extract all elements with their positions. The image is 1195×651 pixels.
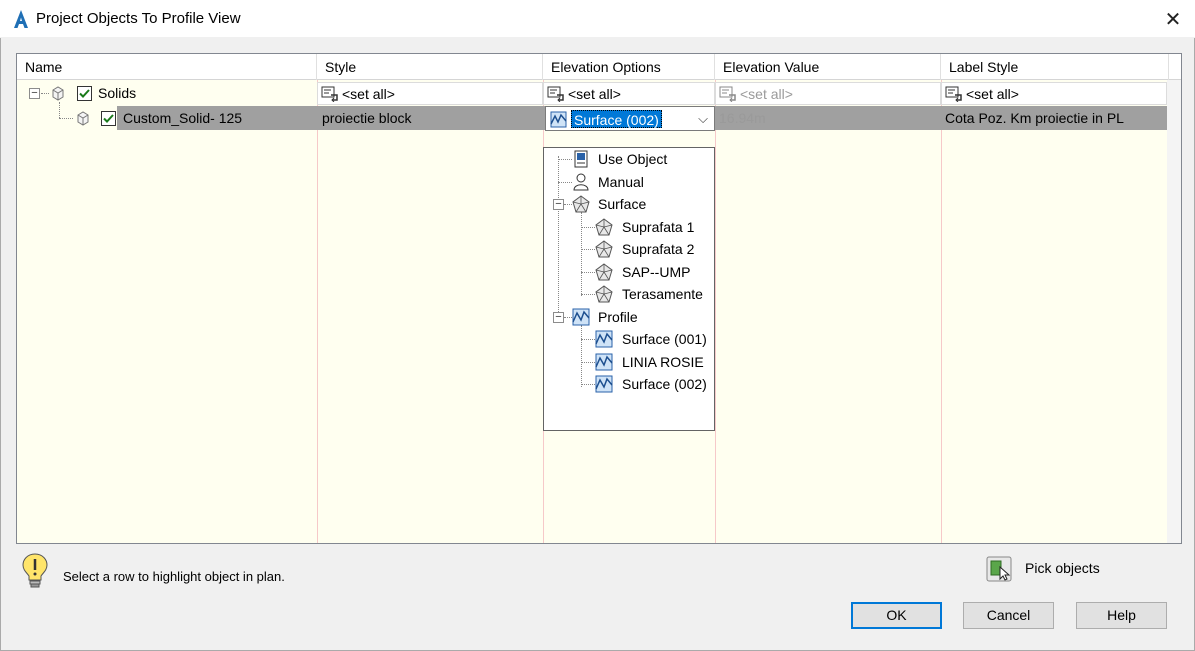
surface-icon: [595, 263, 613, 281]
row-name: Solids: [98, 85, 137, 101]
tree-connector: [581, 212, 582, 296]
surface-icon: [595, 240, 613, 258]
help-button[interactable]: Help: [1076, 602, 1167, 629]
close-icon: ✕: [1164, 8, 1182, 31]
elevation-options-set-all[interactable]: <set all>: [543, 82, 715, 105]
column-header-label-style[interactable]: Label Style: [941, 54, 1169, 80]
row-name: Custom_Solid- 125: [123, 110, 243, 126]
pick-objects-label[interactable]: Pick objects: [1025, 560, 1100, 576]
column-divider: [941, 80, 942, 543]
profile-icon: [595, 353, 613, 371]
column-divider: [715, 80, 716, 543]
surface-icon: [595, 285, 613, 303]
tree-connector: [59, 118, 73, 119]
elevation-options-combobox[interactable]: Surface (002) ⌵: [545, 106, 715, 131]
objects-grid: Name Style Elevation Options Elevation V…: [16, 53, 1182, 544]
solids-checkbox[interactable]: [77, 86, 92, 101]
checkmark-icon: [103, 114, 114, 123]
set-all-label: <set all>: [740, 86, 793, 102]
tree-connector: [581, 294, 595, 295]
collapse-toggle[interactable]: −: [29, 88, 40, 99]
tree-connector: [581, 272, 595, 273]
table-row-custom-solid[interactable]: Custom_Solid- 125 proiectie block Surfac…: [17, 102, 1167, 131]
profile-icon: [572, 308, 590, 326]
tree-connector: [59, 102, 60, 118]
lightbulb-icon: [22, 553, 48, 588]
collapse-toggle[interactable]: −: [553, 312, 564, 323]
profile-icon: [595, 375, 613, 393]
set-all-label: <set all>: [342, 86, 395, 102]
footer-tip-text: Select a row to highlight object in plan…: [63, 569, 285, 584]
column-header-elevation-options[interactable]: Elevation Options: [543, 54, 715, 80]
set-all-label: <set all>: [966, 86, 1019, 102]
chevron-down-icon[interactable]: ⌵: [696, 110, 710, 128]
set-all-icon: [321, 86, 338, 102]
column-header-style[interactable]: Style: [317, 54, 543, 80]
use-object-icon: [574, 150, 588, 168]
style-set-all[interactable]: <set all>: [317, 82, 543, 105]
set-all-icon: [547, 86, 564, 102]
cancel-button[interactable]: Cancel: [963, 602, 1054, 629]
solid-cube-icon: [52, 86, 64, 101]
profile-icon: [550, 111, 567, 128]
tree-connector: [581, 249, 595, 250]
grid-right-margin: [1167, 80, 1181, 543]
dialog-body: Name Style Elevation Options Elevation V…: [0, 38, 1195, 651]
tree-connector: [581, 227, 595, 228]
tree-connector: [581, 325, 582, 387]
manual-person-icon: [573, 173, 589, 191]
row-style[interactable]: proiectie block: [322, 106, 412, 131]
table-row-solids[interactable]: − Solids <set all> <set all> <set all> <…: [17, 82, 1167, 105]
tree-connector: [558, 182, 572, 183]
autocad-logo-icon: [14, 10, 28, 28]
window-title: Project Objects To Profile View: [36, 10, 241, 27]
solid-cube-icon: [77, 111, 89, 126]
close-button[interactable]: ✕: [1151, 0, 1195, 38]
row-label-style[interactable]: Cota Poz. Km proiectie in PL: [945, 106, 1124, 131]
set-all-icon: [719, 86, 736, 102]
tree-connector: [581, 362, 595, 363]
label-style-set-all[interactable]: <set all>: [941, 82, 1167, 105]
tree-connector: [558, 156, 559, 316]
tree-connector: [558, 159, 572, 160]
set-all-label: <set all>: [568, 86, 621, 102]
tree-connector: [41, 93, 49, 94]
surface-icon: [572, 195, 590, 213]
column-header-name[interactable]: Name: [17, 54, 317, 80]
elevation-value-set-all[interactable]: <set all>: [715, 82, 941, 105]
profile-icon: [595, 330, 613, 348]
set-all-icon: [945, 86, 962, 102]
ok-button[interactable]: OK: [851, 602, 942, 629]
grid-header: Name Style Elevation Options Elevation V…: [17, 54, 1181, 80]
column-divider: [317, 80, 318, 543]
row-elevation-value: 16.94m: [719, 110, 766, 126]
tree-connector: [564, 204, 572, 205]
elevation-options-dropdown: Use Object Manual − Surface Suprafata 1 …: [543, 147, 715, 431]
pick-objects-icon[interactable]: [986, 556, 1012, 582]
surface-icon: [595, 218, 613, 236]
tree-connector: [581, 339, 595, 340]
title-bar: Project Objects To Profile View ✕: [0, 0, 1195, 38]
checkmark-icon: [79, 89, 90, 98]
custom-solid-checkbox[interactable]: [101, 111, 116, 126]
tree-connector: [581, 384, 595, 385]
collapse-toggle[interactable]: −: [553, 199, 564, 210]
combobox-selected-value: Surface (002): [571, 110, 662, 128]
tree-connector: [564, 317, 572, 318]
column-header-elevation-value[interactable]: Elevation Value: [715, 54, 941, 80]
